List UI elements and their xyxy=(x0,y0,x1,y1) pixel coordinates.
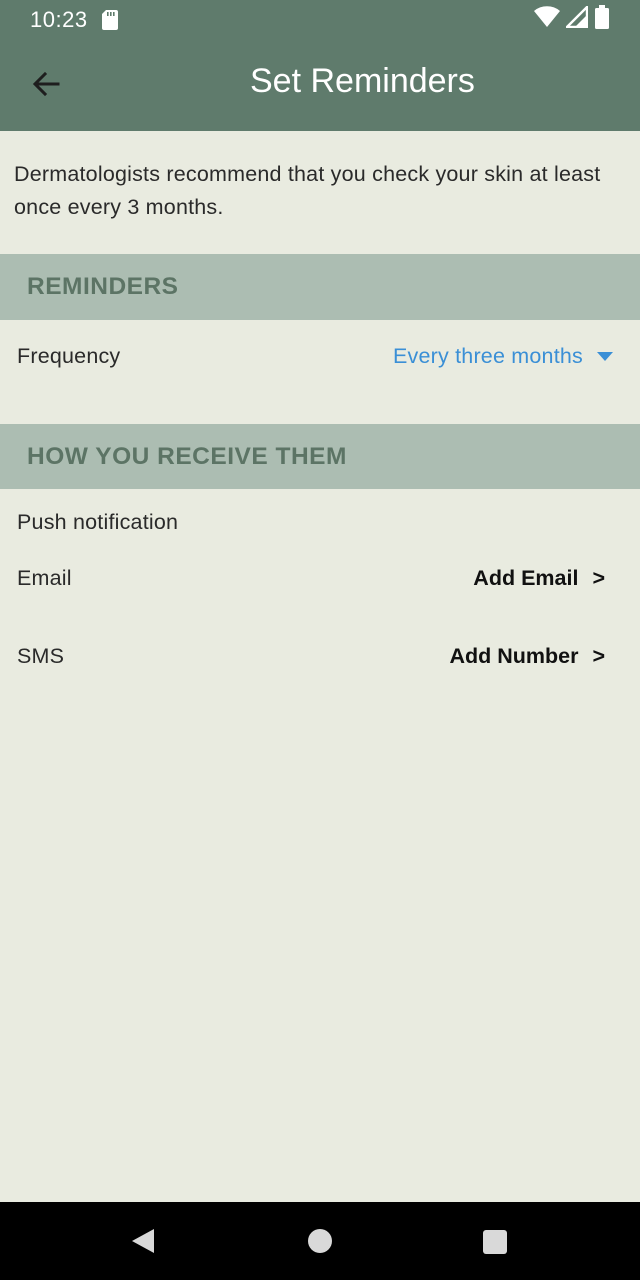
section-header-label: HOW YOU RECEIVE THEM xyxy=(27,442,347,470)
email-row: Email Add Email > xyxy=(0,556,640,600)
section-header-receive: HOW YOU RECEIVE THEM xyxy=(0,424,640,489)
arrow-left-icon xyxy=(31,69,61,104)
signal-icon xyxy=(564,4,589,34)
sd-card-icon xyxy=(101,10,118,30)
battery-icon xyxy=(594,5,610,35)
dropdown-caret-icon xyxy=(597,351,613,361)
chevron-right-icon: > xyxy=(592,565,605,590)
nav-home-icon[interactable] xyxy=(308,1229,332,1253)
status-time: 10:23 xyxy=(30,7,88,32)
sms-label: SMS xyxy=(17,643,65,668)
frequency-dropdown[interactable]: Every three months xyxy=(393,344,613,369)
frequency-value: Every three months xyxy=(392,343,583,368)
page-title: Set Reminders xyxy=(250,62,475,100)
nav-back-icon[interactable] xyxy=(132,1229,154,1253)
sms-row: SMS Add Number > xyxy=(0,634,640,678)
frequency-label: Frequency xyxy=(17,343,121,368)
push-notification-label: Push notification xyxy=(17,509,179,534)
app-bar: Set Reminders xyxy=(0,40,640,131)
nav-recents-icon[interactable] xyxy=(483,1230,507,1254)
status-bar: 10:23 xyxy=(0,0,640,40)
add-email-button[interactable]: Add Email > xyxy=(473,566,605,591)
status-icons xyxy=(534,4,610,35)
email-label: Email xyxy=(17,565,72,590)
add-number-button[interactable]: Add Number > xyxy=(449,644,605,669)
chevron-right-icon: > xyxy=(592,643,605,668)
add-email-label: Add Email xyxy=(473,565,579,590)
push-notification-row[interactable]: Push notification xyxy=(0,500,640,544)
wifi-icon xyxy=(534,6,560,34)
section-header-label: REMINDERS xyxy=(27,273,179,300)
add-number-label: Add Number xyxy=(449,643,579,668)
section-header-reminders: REMINDERS xyxy=(0,254,640,320)
intro-text: Dermatologists recommend that you check … xyxy=(14,162,601,219)
system-nav-bar xyxy=(0,1202,640,1280)
back-button[interactable] xyxy=(28,68,64,104)
frequency-row: Frequency Every three months xyxy=(0,320,640,392)
